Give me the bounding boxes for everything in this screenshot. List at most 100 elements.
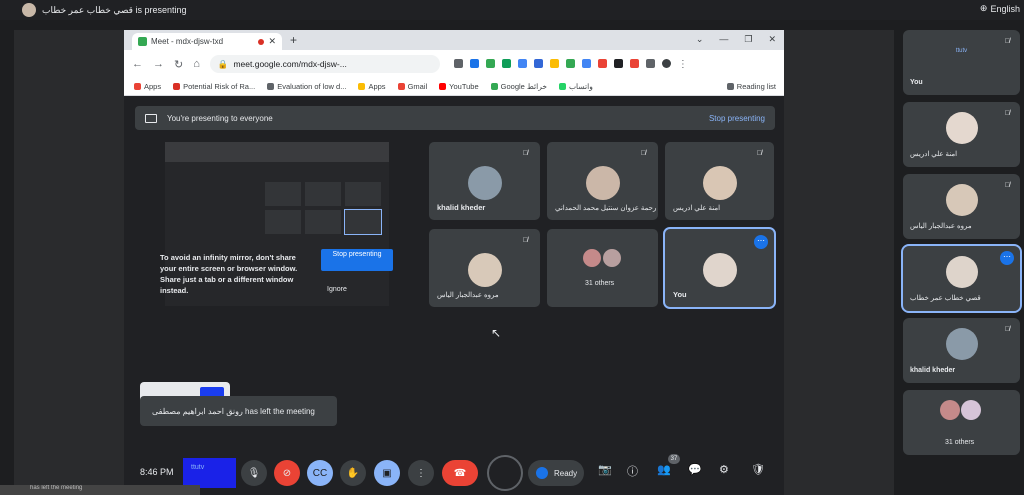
minimize-icon[interactable]: — <box>719 34 728 45</box>
meeting-time: 8:46 PM <box>140 467 174 477</box>
camera-icon[interactable]: 📷 <box>598 463 612 476</box>
mic-button[interactable]: 🎙 <box>241 460 267 486</box>
ext-icon[interactable] <box>629 58 639 68</box>
bookmark-item[interactable]: Evaluation of low d... <box>267 82 346 91</box>
more-options-icon[interactable]: ⋯ <box>754 235 768 249</box>
participant-tile[interactable]: 🎙̸ مروه عبدالجبار الياس <box>429 229 540 307</box>
participant-tile-self[interactable]: ⋯ You <box>663 227 776 309</box>
ext-icon[interactable] <box>613 58 623 68</box>
meet-favicon-icon <box>138 37 147 46</box>
ext-icon[interactable] <box>485 58 495 68</box>
meet-screen: قصي خطاب عمر خطاب is presenting ⊕ Englis… <box>0 0 1024 495</box>
home-icon[interactable]: ⌂ <box>193 58 200 70</box>
participant-tile[interactable]: 31 others <box>547 229 658 307</box>
tab-title: Meet - mdx-djsw-txd <box>151 37 224 46</box>
language-selector[interactable]: ⊕ English <box>980 3 1020 14</box>
mic-off-icon: 🎙̸ <box>756 150 762 157</box>
people-icon[interactable]: 👥 <box>657 463 671 476</box>
sidebar-tile[interactable]: 🎙̸ امنة علي ادريس <box>903 102 1020 167</box>
chat-icon[interactable]: 💬 <box>688 463 702 476</box>
sidebar-tile-presenter[interactable]: ⋯ قصي خطاب عمر خطاب <box>901 244 1022 313</box>
mirror-tile <box>344 209 382 235</box>
address-bar[interactable]: 🔒 meet.google.com/mdx-djsw-... <box>209 55 440 73</box>
raise-hand-button[interactable]: ✋ <box>340 460 366 486</box>
mic-off-icon: 🎙̸ <box>1004 38 1010 45</box>
camera-off-button[interactable]: ⊘ <box>274 460 300 486</box>
forward-icon[interactable]: → <box>153 58 164 70</box>
bookmark-item[interactable]: Apps <box>134 82 161 91</box>
bottom-notification: has left the meeting <box>0 485 200 495</box>
bookmark-item[interactable]: YouTube <box>439 82 479 91</box>
more-options-icon[interactable]: ⋯ <box>1000 251 1014 265</box>
sidebar-tile-you[interactable]: 🎙̸ ttutv You <box>903 30 1020 95</box>
ext-icon[interactable] <box>549 58 559 68</box>
window-controls: ⌄ — ❐ ✕ <box>696 34 776 45</box>
close-tab-icon[interactable]: ✕ <box>268 36 276 47</box>
present-icon: ▣ <box>382 467 392 479</box>
avatar <box>945 112 978 144</box>
mirror-stop-button[interactable]: Stop presenting <box>321 249 393 271</box>
mouse-cursor-icon: ↖ <box>491 326 502 340</box>
bookmark-item[interactable]: Apps <box>358 82 386 91</box>
ready-label: Ready <box>554 468 578 478</box>
close-window-icon[interactable]: ✕ <box>768 34 776 45</box>
sidebar-tile[interactable]: 🎙̸ مروه عبدالجبار الياس <box>903 174 1020 239</box>
host-controls-icon[interactable]: 🛡 <box>751 463 765 476</box>
kebab-menu-icon[interactable]: ⋮ <box>678 59 688 70</box>
activities-icon[interactable]: ⚙ <box>719 463 729 476</box>
restore-icon[interactable]: ❐ <box>744 34 752 45</box>
ext-icon[interactable] <box>533 58 543 68</box>
kebab-icon: ⋮ <box>416 467 426 479</box>
participant-tile[interactable]: 🎙̸ khalid kheder <box>429 142 540 220</box>
mirror-tile <box>265 182 301 206</box>
mirror-warning-text: To avoid an infinity mirror, don't share… <box>160 253 298 295</box>
participant-name: مروه عبدالجبار الياس <box>910 223 972 230</box>
ready-status[interactable]: Ready <box>528 460 584 486</box>
participant-name: امنة علي ادريس <box>910 151 958 158</box>
avatar <box>945 184 978 216</box>
present-button[interactable]: ▣ <box>374 460 400 486</box>
mic-off-icon: 🎙̸ <box>522 150 528 157</box>
participant-name: رحمة عزوان سنتيل محمد الحمداني <box>555 205 657 212</box>
camera-ext-icon[interactable] <box>453 58 463 68</box>
captions-button[interactable]: CC <box>307 460 333 486</box>
tab-bar: Meet - mdx-djsw-txd ✕ + ⌄ — ❐ ✕ <box>124 30 784 50</box>
participant-name: You <box>910 79 923 86</box>
bookmark-item[interactable]: واتساب <box>559 82 593 91</box>
reading-list[interactable]: Reading list <box>726 82 776 91</box>
mirror-preview: To avoid an infinity mirror, don't share… <box>160 142 393 306</box>
self-video-label: ttutv <box>955 48 968 54</box>
ext-icon[interactable] <box>469 58 479 68</box>
ext-icon[interactable] <box>597 58 607 68</box>
more-options-button[interactable]: ⋮ <box>408 460 434 486</box>
tab-meet[interactable]: Meet - mdx-djsw-txd ✕ <box>132 33 282 50</box>
profile-icon[interactable] <box>661 58 671 68</box>
sidebar-tile[interactable]: 🎙̸ khalid kheder <box>903 318 1020 383</box>
presenting-banner: You're presenting to everyone Stop prese… <box>135 106 775 130</box>
bookmark-item[interactable]: Gmail <box>397 82 427 91</box>
back-icon[interactable]: ← <box>132 58 143 70</box>
ext-icon[interactable] <box>565 58 575 68</box>
sidebar-tile[interactable]: 31 others <box>903 390 1020 455</box>
end-call-button[interactable]: ☎ <box>442 460 478 486</box>
bookmark-item[interactable]: Google خرائط <box>490 82 547 91</box>
reload-icon[interactable]: ↻ <box>174 58 183 71</box>
puzzle-icon[interactable] <box>645 58 655 68</box>
chevron-down-icon[interactable]: ⌄ <box>696 34 704 45</box>
info-icon[interactable]: ⓘ <box>627 463 638 479</box>
captions-icon: CC <box>312 467 328 479</box>
new-tab-button[interactable]: + <box>290 33 297 47</box>
stop-presenting-link[interactable]: Stop presenting <box>709 114 765 123</box>
avatar <box>940 400 960 420</box>
ext-icon[interactable] <box>517 58 527 68</box>
participant-tile[interactable]: 🎙̸ امنة علي ادريس <box>665 142 774 220</box>
avatar <box>945 328 978 360</box>
mic-off-icon: 🎙̸ <box>1004 326 1010 333</box>
ext-icon[interactable] <box>581 58 591 68</box>
ext-icon[interactable] <box>501 58 511 68</box>
avatar <box>583 249 601 267</box>
mirror-ignore-button[interactable]: Ignore <box>327 286 347 293</box>
bookmark-item[interactable]: Potential Risk of Ra... <box>173 82 255 91</box>
avatar <box>702 166 737 200</box>
participant-tile[interactable]: 🎙̸ رحمة عزوان سنتيل محمد الحمداني <box>547 142 658 220</box>
